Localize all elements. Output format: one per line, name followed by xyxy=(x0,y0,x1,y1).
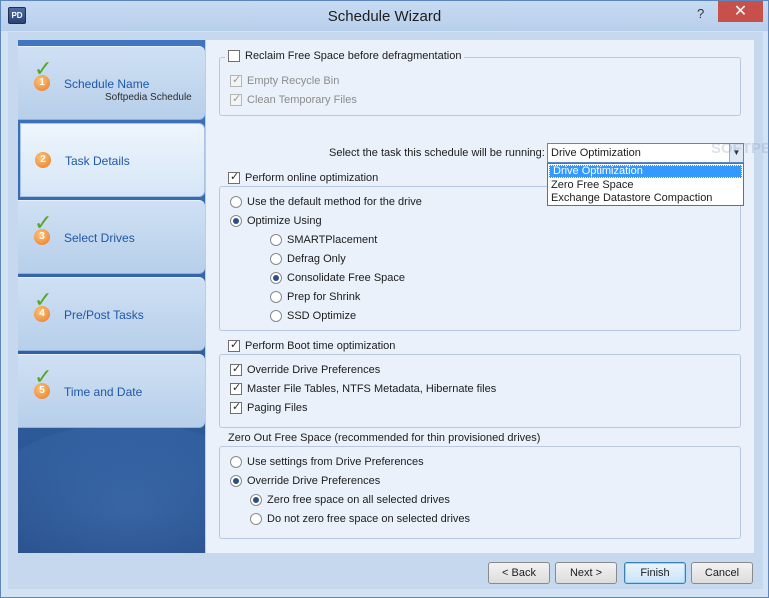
zero-use-settings-radio[interactable] xyxy=(230,456,242,468)
method-prep-for-shrink[interactable]: Prep for Shrink xyxy=(270,291,360,303)
method-radio[interactable] xyxy=(270,253,282,265)
task-option-zero-free-space[interactable]: Zero Free Space xyxy=(548,179,743,192)
boot-mft-option[interactable]: Master File Tables, NTFS Metadata, Hiber… xyxy=(230,381,497,395)
optimize-using-option[interactable]: Optimize Using xyxy=(230,215,322,227)
step-label: Schedule Name xyxy=(64,77,150,91)
cancel-button[interactable]: Cancel xyxy=(691,562,753,584)
task-details-panel: Reclaim Free Space before defragmentatio… xyxy=(205,40,769,553)
window-title: Schedule Wizard xyxy=(327,8,442,25)
step-number-badge: 1 xyxy=(34,75,50,91)
online-optimization-checkbox[interactable]: Perform online optimization xyxy=(225,170,382,184)
task-option-exchange-compaction[interactable]: Exchange Datastore Compaction xyxy=(548,192,743,205)
task-select-label: Select the task this schedule will be ru… xyxy=(329,147,545,159)
step-sublabel: Softpedia Schedule xyxy=(105,92,192,103)
boot-optimization-checkbox[interactable]: Perform Boot time optimization xyxy=(225,338,399,352)
next-button[interactable]: Next > xyxy=(555,562,617,584)
do-not-zero-label: Do not zero free space on selected drive… xyxy=(267,513,471,525)
step-select-drives[interactable]: ✓ 3 Select Drives xyxy=(18,200,205,274)
zero-use-settings-label: Use settings from Drive Preferences xyxy=(247,456,424,468)
method-label: Consolidate Free Space xyxy=(287,272,406,284)
default-method-option[interactable]: Use the default method for the drive xyxy=(230,196,422,208)
method-label: Defrag Only xyxy=(287,253,346,265)
zero-all-drives-label: Zero free space on all selected drives xyxy=(267,494,450,506)
reclaim-checkbox-box[interactable] xyxy=(228,50,240,62)
zero-override-option[interactable]: Override Drive Preferences xyxy=(230,475,380,487)
boot-optimization-label: Perform Boot time optimization xyxy=(245,340,396,352)
empty-recycle-bin-option[interactable]: Empty Recycle Bin xyxy=(230,73,340,87)
zero-override-label: Override Drive Preferences xyxy=(247,475,381,487)
task-option-drive-optimization[interactable]: Drive Optimization xyxy=(549,165,742,178)
boot-optimization-checkbox-box[interactable] xyxy=(228,338,240,352)
step-label: Time and Date xyxy=(64,385,143,399)
zero-use-settings-option[interactable]: Use settings from Drive Preferences xyxy=(230,456,424,468)
empty-recycle-bin-checkbox[interactable] xyxy=(230,73,242,87)
title-bar: PD Schedule Wizard ? ✕ xyxy=(1,1,768,31)
optimize-using-radio[interactable] xyxy=(230,215,242,227)
schedule-wizard-window: PD Schedule Wizard ? ✕ ✓ 1 Schedule Name… xyxy=(0,0,769,598)
step-label: Pre/Post Tasks xyxy=(64,308,144,322)
reclaim-label: Reclaim Free Space before defragmentatio… xyxy=(245,50,462,62)
finish-button[interactable]: Finish xyxy=(624,562,686,584)
boot-paging-files-checkbox[interactable] xyxy=(230,400,242,414)
step-number-badge: 4 xyxy=(34,306,50,322)
reclaim-checkbox[interactable]: Reclaim Free Space before defragmentatio… xyxy=(225,50,465,62)
boot-paging-files-option[interactable]: Paging Files xyxy=(230,400,308,414)
boot-override-label: Override Drive Preferences xyxy=(247,364,381,376)
step-task-details[interactable]: 2 Task Details xyxy=(20,123,205,197)
close-button[interactable]: ✕ xyxy=(718,1,763,22)
method-label: SSD Optimize xyxy=(287,310,357,322)
zero-all-drives-radio[interactable] xyxy=(250,494,262,506)
clean-temp-files-checkbox[interactable] xyxy=(230,92,242,106)
online-optimization-checkbox-box[interactable] xyxy=(228,170,240,184)
default-method-radio[interactable] xyxy=(230,196,242,208)
method-smartplacement[interactable]: SMARTPlacement xyxy=(270,234,377,246)
boot-mft-checkbox[interactable] xyxy=(230,381,242,395)
method-radio[interactable] xyxy=(270,310,282,322)
online-optimization-label: Perform online optimization xyxy=(245,172,379,184)
clean-temp-files-option[interactable]: Clean Temporary Files xyxy=(230,92,357,106)
step-label: Task Details xyxy=(65,154,130,168)
method-radio[interactable] xyxy=(270,272,282,284)
empty-recycle-bin-label: Empty Recycle Bin xyxy=(247,75,340,87)
watermark: SOFTPEDIA xyxy=(711,140,769,157)
boot-mft-label: Master File Tables, NTFS Metadata, Hiber… xyxy=(247,383,497,395)
back-button[interactable]: < Back xyxy=(488,562,550,584)
wizard-steps-sidebar: ✓ 1 Schedule Name Softpedia Schedule 2 T… xyxy=(18,40,205,553)
boot-override-checkbox[interactable] xyxy=(230,362,242,376)
step-label: Select Drives xyxy=(64,231,135,245)
step-schedule-name[interactable]: ✓ 1 Schedule Name Softpedia Schedule xyxy=(18,46,205,120)
task-dropdown-list: Drive Optimization Zero Free Space Excha… xyxy=(547,163,744,206)
method-radio[interactable] xyxy=(270,234,282,246)
default-method-label: Use the default method for the drive xyxy=(247,196,422,208)
zero-override-radio[interactable] xyxy=(230,475,242,487)
optimize-using-label: Optimize Using xyxy=(247,215,322,227)
zero-free-space-label: Zero Out Free Space (recommended for thi… xyxy=(228,432,541,444)
method-defrag-only[interactable]: Defrag Only xyxy=(270,253,346,265)
boot-override-preferences[interactable]: Override Drive Preferences xyxy=(230,362,381,376)
do-not-zero-option[interactable]: Do not zero free space on selected drive… xyxy=(250,513,470,525)
method-radio[interactable] xyxy=(270,291,282,303)
task-select-value: Drive Optimization xyxy=(551,147,641,159)
method-label: SMARTPlacement xyxy=(287,234,378,246)
clean-temp-files-label: Clean Temporary Files xyxy=(247,94,357,106)
method-ssd-optimize[interactable]: SSD Optimize xyxy=(270,310,356,322)
zero-free-space-legend: Zero Out Free Space (recommended for thi… xyxy=(225,432,544,444)
do-not-zero-radio[interactable] xyxy=(250,513,262,525)
step-number-badge: 5 xyxy=(34,383,50,399)
step-time-and-date[interactable]: ✓ 5 Time and Date xyxy=(18,354,205,428)
step-number-badge: 2 xyxy=(35,152,51,168)
help-button[interactable]: ? xyxy=(697,6,711,22)
method-consolidate-free-space[interactable]: Consolidate Free Space xyxy=(270,272,405,284)
step-number-badge: 3 xyxy=(34,229,50,245)
wizard-content: ✓ 1 Schedule Name Softpedia Schedule 2 T… xyxy=(8,32,769,589)
method-label: Prep for Shrink xyxy=(287,291,361,303)
zero-all-drives-option[interactable]: Zero free space on all selected drives xyxy=(250,494,450,506)
step-pre-post-tasks[interactable]: ✓ 4 Pre/Post Tasks xyxy=(18,277,205,351)
boot-paging-files-label: Paging Files xyxy=(247,402,308,414)
sidebar-decoration xyxy=(18,423,205,553)
